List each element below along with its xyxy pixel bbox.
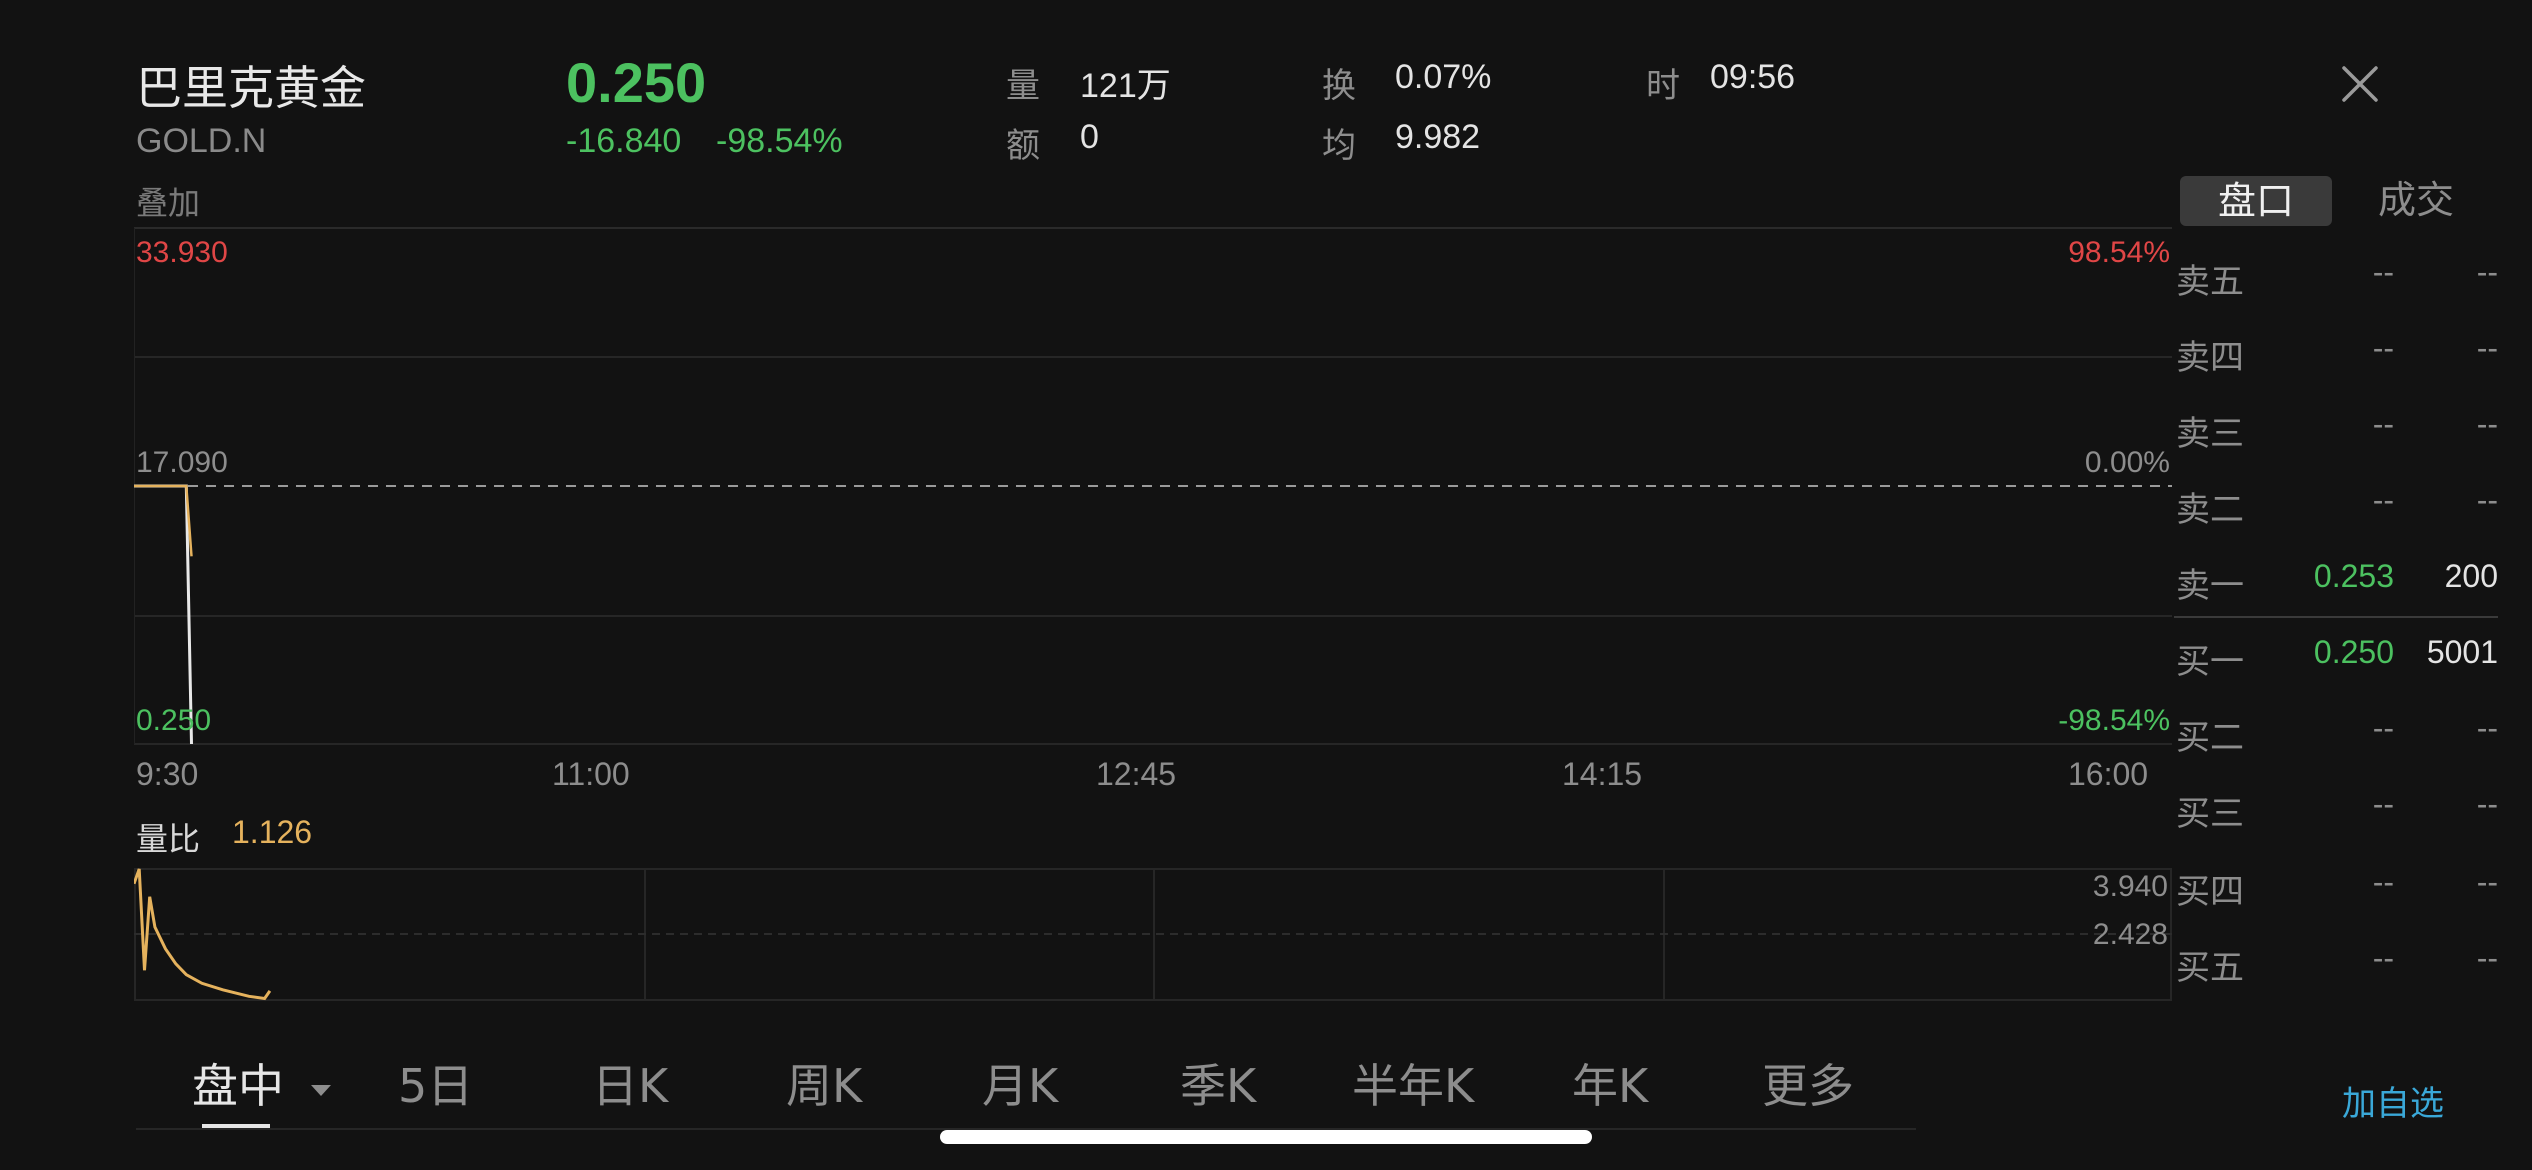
tab-half-year-k[interactable]: 半年K: [1352, 1050, 1474, 1116]
time-label: 时: [1646, 66, 1680, 106]
chart-min-price: 0.250: [136, 704, 212, 737]
overlay-button[interactable]: 叠加: [136, 178, 200, 224]
price-change-percent: -98.54%: [716, 122, 843, 160]
tab-trades[interactable]: 成交: [2340, 174, 2492, 226]
chart-max-pct: 98.54%: [2068, 236, 2170, 269]
ask-row: 卖三 -- --: [2176, 406, 2498, 482]
avg-price-label: 均: [1322, 126, 1356, 166]
time-tick: 11:00: [552, 756, 630, 792]
orderbook-tabs: 盘口 成交: [2176, 174, 2496, 226]
orderbook-volume: 5001: [2426, 634, 2498, 670]
bid-row: 买二 -- --: [2176, 710, 2498, 786]
time-tick: 9:30: [136, 756, 199, 792]
orderbook-price: --: [2372, 482, 2394, 518]
chart-mid-price: 17.090: [136, 446, 228, 479]
volume-value: 121万: [1080, 67, 1171, 105]
orderbook-price: --: [2372, 940, 2394, 976]
orderbook-price: 0.253: [2313, 558, 2394, 594]
ask-row: 卖一 0.253 200: [2176, 558, 2498, 634]
orderbook-level-label: 买二: [2176, 718, 2244, 758]
tab-more[interactable]: 更多: [1762, 1050, 1854, 1116]
stock-name: 巴里克黄金: [136, 61, 366, 115]
vr-axis-mid: 2.428: [2092, 918, 2168, 951]
orderbook-level-label: 买五: [2176, 948, 2244, 988]
volume-ratio-chart[interactable]: [134, 866, 2172, 1002]
time-value: 09:56: [1710, 58, 1796, 96]
turnover-value: 0.07%: [1395, 58, 1492, 96]
orderbook-volume: --: [2476, 864, 2498, 900]
orderbook-volume: --: [2476, 482, 2498, 518]
ask-row: 卖二 -- --: [2176, 482, 2498, 558]
orderbook-price: --: [2372, 786, 2394, 822]
orderbook-volume: --: [2476, 330, 2498, 366]
orderbook-level-label: 卖三: [2176, 414, 2244, 454]
amount-label: 额: [1006, 126, 1040, 166]
chart-mid-pct: 0.00%: [2084, 446, 2170, 479]
orderbook-level-label: 买四: [2176, 872, 2244, 912]
orderbook-level-label: 买三: [2176, 794, 2244, 834]
bid-row: 买四 -- --: [2176, 864, 2498, 940]
orderbook-level-label: 卖四: [2176, 338, 2244, 378]
close-icon: [2342, 66, 2378, 102]
tab-intraday[interactable]: 盘中: [192, 1050, 333, 1116]
volume-ratio-label: 量比: [136, 820, 201, 858]
amount-value: 0: [1080, 118, 1099, 156]
dropdown-arrow-icon: [310, 1084, 331, 1096]
volume-ratio-value: 1.126: [232, 814, 313, 850]
orderbook-price: --: [2372, 864, 2394, 900]
orderbook-volume: --: [2476, 406, 2498, 442]
orderbook-volume: --: [2476, 786, 2498, 822]
tab-daily-k[interactable]: 日K: [592, 1050, 668, 1116]
price-change: -16.840: [566, 122, 682, 160]
orderbook-volume: --: [2476, 710, 2498, 746]
bid-ask-divider: [2174, 616, 2498, 618]
bid-row: 买五 -- --: [2176, 940, 2498, 1016]
close-button[interactable]: [2336, 60, 2384, 108]
average-price-line: [134, 484, 193, 557]
tab-weekly-k[interactable]: 周K: [786, 1050, 862, 1116]
orderbook-level-label: 卖一: [2176, 566, 2244, 606]
avg-price-value: 9.982: [1395, 118, 1481, 156]
orderbook-price: --: [2372, 330, 2394, 366]
orderbook-price: 0.250: [2313, 634, 2394, 670]
current-price: 0.250: [566, 51, 707, 114]
orderbook-price: --: [2372, 254, 2394, 290]
time-tick: 12:45: [1096, 756, 1177, 792]
tab-order-book[interactable]: 盘口: [2180, 176, 2332, 226]
time-tick: 16:00: [2068, 756, 2149, 792]
tab-intraday-label: 盘中: [192, 1059, 284, 1113]
time-tick: 14:15: [1562, 756, 1643, 792]
orderbook-price: --: [2372, 406, 2394, 442]
turnover-label: 换: [1322, 66, 1356, 106]
ask-row: 卖四 -- --: [2176, 330, 2498, 406]
intraday-chart[interactable]: [134, 226, 2172, 746]
orderbook-level-label: 卖五: [2176, 262, 2244, 302]
bid-row: 买三 -- --: [2176, 786, 2498, 862]
orderbook-volume: --: [2476, 940, 2498, 976]
tab-5day[interactable]: 5日: [398, 1050, 473, 1116]
home-indicator: [940, 1130, 1592, 1144]
orderbook-price: --: [2372, 710, 2394, 746]
vr-axis-top: 3.940: [2092, 870, 2168, 903]
bid-row: 买一 0.250 5001: [2176, 634, 2498, 710]
tab-yearly-k[interactable]: 年K: [1572, 1050, 1648, 1116]
volume-label: 量: [1006, 66, 1040, 106]
tab-quarterly-k[interactable]: 季K: [1180, 1050, 1256, 1116]
chart-max-price: 33.930: [136, 236, 228, 269]
tab-monthly-k[interactable]: 月K: [982, 1050, 1058, 1116]
stock-code: GOLD.N: [136, 122, 267, 160]
orderbook-level-label: 卖二: [2176, 490, 2244, 530]
orderbook-volume: --: [2476, 254, 2498, 290]
orderbook-level-label: 买一: [2176, 642, 2244, 682]
ask-row: 卖五 -- --: [2176, 254, 2498, 330]
chart-min-pct: -98.54%: [2058, 704, 2170, 737]
add-to-watchlist-button[interactable]: 加自选: [2342, 1076, 2444, 1125]
orderbook-volume: 200: [2444, 558, 2498, 594]
